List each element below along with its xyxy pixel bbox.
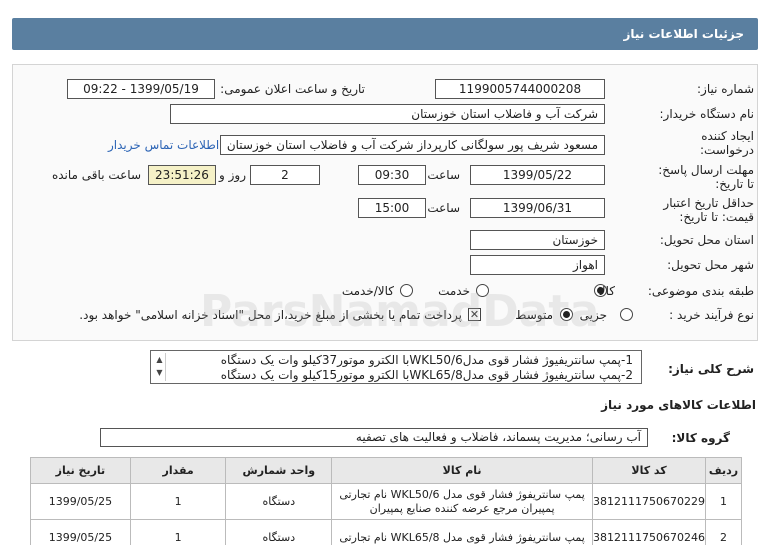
col-date: تاریخ نیاز (30, 457, 131, 484)
process-option-medium: متوسط (515, 308, 553, 322)
goods-group-field: آب رسانی؛ مدیریت پسماند، فاضلاب و فعالیت… (100, 428, 648, 447)
cell-unit: دستگاه (225, 483, 333, 520)
process-radio-medium[interactable] (560, 308, 573, 321)
table-header-row: ردیف کد کالا نام کالا واحد شمارش مقدار ت… (30, 457, 742, 484)
cell-row: 2 (705, 519, 742, 545)
creator-field: مسعود شریف پور سولگانی کارپرداز شرکت آب … (220, 135, 605, 155)
cell-code: 3812111750670229 (592, 483, 707, 520)
remaining-label: ساعت باقی مانده (51, 168, 141, 182)
category-radio-goods-service[interactable] (400, 284, 413, 297)
validity-label-1: حداقل تاریخ اعتبار (663, 196, 754, 210)
col-unit: واحد شمارش (225, 457, 333, 484)
cell-code: 3812111750670246 (592, 519, 707, 545)
send-date-field: 1399/05/22 (470, 165, 605, 185)
cell-name: پمپ سانتریفوژ فشار قوی مدل WKL50/6 نام ت… (331, 483, 594, 520)
need-number-label: شماره نیاز: (697, 82, 754, 96)
city-label: شهر محل تحویل: (667, 258, 754, 272)
announce-field: 1399/05/19 - 09:22 (67, 79, 215, 99)
table-row[interactable]: 1 3812111750670229 پمپ سانتریفوژ فشار قو… (30, 483, 742, 520)
province-label: استان محل تحویل: (659, 233, 754, 247)
cell-date: 1399/05/25 (30, 483, 131, 520)
send-deadline-label-1: مهلت ارسال پاسخ: (658, 163, 754, 177)
table-row[interactable]: 2 3812111750670246 پمپ سانتریفوژ فشار قو… (30, 519, 742, 545)
treasury-checkbox[interactable]: ✕ (468, 308, 481, 321)
send-time-field: 09:30 (358, 165, 426, 185)
cell-unit: دستگاه (225, 519, 333, 545)
goods-section-title: اطلاعات کالاهای مورد نیاز (601, 398, 756, 412)
cell-name-line-1: پمپ سانتریفوژ فشار قوی مدل WKL65/8 نام ت… (339, 530, 585, 544)
days-field: 2 (250, 165, 320, 185)
validity-label-2: قیمت: تا تاریخ: (679, 210, 754, 224)
payment-note: پرداخت تمام یا بخشی از مبلغ خرید،از محل … (79, 308, 462, 322)
city-field: اهواز (470, 255, 605, 275)
col-code: کد کالا (592, 457, 707, 484)
cell-name-line-2: پمپیران مرجع عرضه کننده صنایع پمپیران (369, 501, 555, 515)
cell-name-line-1: پمپ سانتریفوژ فشار قوی مدل WKL50/6 نام ت… (339, 487, 585, 501)
province-field: خوزستان (470, 230, 605, 250)
process-option-minor: جزیی (579, 308, 607, 322)
category-option-service: خدمت (438, 284, 470, 298)
cell-qty: 1 (129, 519, 227, 545)
col-name: نام کالا (331, 457, 594, 484)
category-radio-service[interactable] (476, 284, 489, 297)
validity-date-field: 1399/06/31 (470, 198, 605, 218)
announce-label: تاریخ و ساعت اعلان عمومی: (220, 82, 365, 96)
description-label: شرح کلی نیاز: (668, 362, 754, 376)
creator-label-1: ایجاد کننده (701, 129, 754, 143)
process-label: نوع فرآیند خرید : (669, 308, 754, 322)
buyer-label: نام دستگاه خریدار: (659, 107, 755, 121)
description-scrollbar[interactable]: ▲ ▼ (154, 353, 166, 381)
category-option-goods-service: کالا/خدمت (341, 284, 394, 298)
send-deadline-label-2: تا تاریخ: (715, 177, 754, 191)
description-line-1: 1-پمپ سانتریفیوژ فشار قوی مدلWKL50/6با ا… (220, 353, 633, 367)
goods-table: ردیف کد کالا نام کالا واحد شمارش مقدار ت… (30, 457, 742, 545)
creator-label-2: درخواست: (700, 143, 754, 157)
goods-group-label: گروه کالا: (671, 431, 730, 445)
validity-time-label: ساعت (427, 201, 460, 215)
validity-time-field: 15:00 (358, 198, 426, 218)
description-box[interactable]: ▲ ▼ 1-پمپ سانتریفیوژ فشار قوی مدلWKL50/6ب… (150, 350, 642, 384)
send-time-label: ساعت (427, 168, 460, 182)
cell-qty: 1 (129, 483, 227, 520)
page-header: جزئیات اطلاعات نیاز (12, 18, 758, 50)
need-number-field: 1199005744000208 (435, 79, 605, 99)
page-title: جزئیات اطلاعات نیاز (623, 27, 744, 41)
buyer-field: شرکت آب و فاضلاب استان خوزستان (170, 104, 605, 124)
col-qty: مقدار (129, 457, 227, 484)
cell-name: پمپ سانتریفوژ فشار قوی مدل WKL65/8 نام ت… (331, 519, 594, 545)
category-label: طبقه بندی موضوعی: (647, 284, 754, 298)
process-radio-minor[interactable] (620, 308, 633, 321)
remaining-time-field: 23:51:26 (148, 165, 216, 185)
cell-date: 1399/05/25 (30, 519, 131, 545)
category-option-goods: کالا (598, 284, 615, 298)
days-label: روز و (219, 168, 246, 182)
col-row: ردیف (705, 457, 742, 484)
description-line-2: 2-پمپ سانتریفیوژ فشار قوی مدلWKL65/8با ا… (220, 368, 633, 382)
cell-row: 1 (705, 483, 742, 520)
contact-buyer-link[interactable]: اطلاعات تماس خریدار (108, 138, 219, 152)
